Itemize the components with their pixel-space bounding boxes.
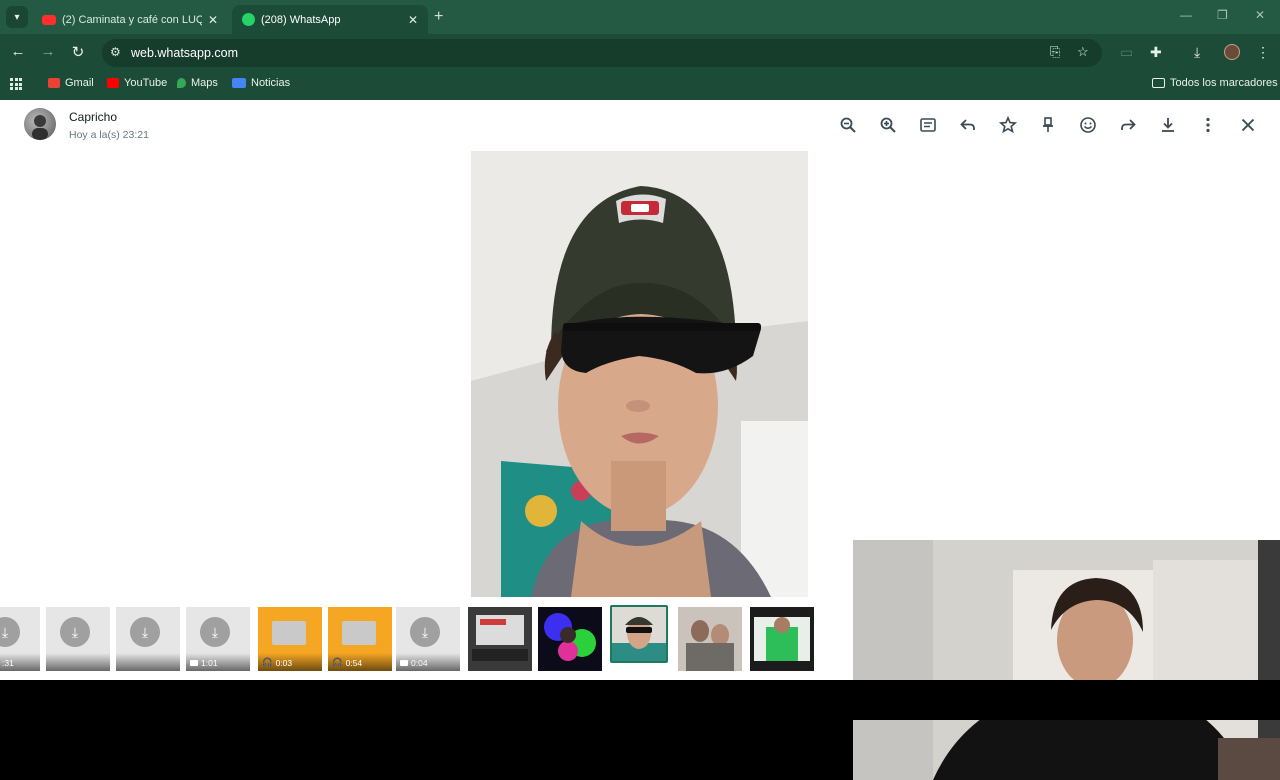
avatar[interactable]	[24, 108, 56, 140]
more-options-icon[interactable]	[1198, 115, 1218, 135]
close-tab-icon[interactable]: ✕	[408, 13, 418, 27]
bookmarks-bar: Gmail YouTube Maps Noticias Todos los ma…	[0, 72, 1280, 100]
back-icon[interactable]: ←	[8, 43, 28, 60]
headphones-icon: 🎧	[262, 657, 273, 667]
thumbnail-item[interactable]	[678, 607, 742, 671]
window-close-icon[interactable]: ✕	[1255, 8, 1265, 22]
duration-label: 🎧 0:54	[332, 657, 363, 668]
all-bookmarks[interactable]: Todos los marcadores	[1152, 77, 1278, 89]
thumbnail-item-active[interactable]	[610, 605, 668, 663]
folder-icon	[1152, 78, 1165, 88]
maximize-icon[interactable]: ❐	[1217, 8, 1228, 22]
install-app-icon[interactable]: ⎘	[1050, 44, 1060, 60]
tab-whatsapp[interactable]: (208) WhatsApp ✕	[232, 5, 428, 34]
download-media-icon[interactable]	[1158, 115, 1178, 135]
site-info-icon[interactable]: ⚙	[110, 45, 121, 59]
thumbnail-item[interactable]: 🎧 0:54	[328, 607, 392, 671]
zoom-in-icon[interactable]	[878, 115, 898, 135]
url-text: web.whatsapp.com	[131, 46, 239, 60]
thumbnail-item[interactable]	[750, 607, 814, 671]
thumbnail-item[interactable]	[468, 607, 532, 671]
tab-bar: ▾ (2) Caminata y café con LUQUIT ✕ (208)…	[0, 0, 1280, 34]
forward-message-icon[interactable]	[1118, 115, 1138, 135]
thumbnail-item[interactable]: 🎧 0:03	[258, 607, 322, 671]
thumbnail-item[interactable]: ⤓	[116, 607, 180, 671]
thumbnail-item[interactable]	[538, 607, 602, 671]
tab-youtube[interactable]: (2) Caminata y café con LUQUIT ✕	[32, 5, 228, 34]
message-timestamp: Hoy a la(s) 23:21	[69, 129, 149, 141]
close-tab-icon[interactable]: ✕	[208, 13, 218, 27]
browser-chrome: ▾ (2) Caminata y café con LUQUIT ✕ (208)…	[0, 0, 1280, 100]
bookmark-label: YouTube	[124, 77, 168, 89]
extensions-icon[interactable]: ✚	[1150, 44, 1162, 61]
cast-icon[interactable]: ▭	[1120, 44, 1133, 61]
tab-title: (2) Caminata y café con LUQUIT	[62, 13, 202, 26]
tab-title: (208) WhatsApp	[261, 13, 341, 26]
bookmark-star-icon[interactable]: ☆	[1077, 44, 1089, 60]
youtube-icon	[107, 78, 119, 88]
bookmark-label: Todos los marcadores	[1170, 77, 1278, 89]
bookmark-maps[interactable]: Maps	[177, 77, 218, 89]
new-tab-button[interactable]: +	[434, 8, 443, 26]
download-icon[interactable]: ⤓	[60, 617, 90, 647]
media-viewer: Capricho Hoy a la(s) 23:21 ⤓:31 ⤓ ⤓ ⤓ 1…	[0, 100, 1280, 780]
bookmark-youtube[interactable]: YouTube	[107, 77, 167, 89]
toolbar: ← → ↻ ⚙ web.whatsapp.com ⎘ ☆ ▭ ✚ ⤓ ⋮	[0, 34, 1280, 72]
minimize-icon[interactable]: —	[1180, 8, 1192, 22]
thumbnail-item[interactable]: ⤓ :31	[0, 607, 40, 671]
gmail-icon	[48, 78, 60, 88]
screen-bottom-bar	[0, 680, 1280, 720]
maps-icon	[177, 78, 186, 88]
zoom-out-icon[interactable]	[838, 115, 858, 135]
video-camera-icon	[400, 660, 408, 666]
star-icon[interactable]	[998, 115, 1018, 135]
menu-icon[interactable]: ⋮	[1256, 44, 1270, 61]
download-icon[interactable]: ⤓	[130, 617, 160, 647]
headphones-icon: 🎧	[332, 657, 343, 667]
bookmark-noticias[interactable]: Noticias	[232, 77, 290, 89]
bookmark-gmail[interactable]: Gmail	[48, 77, 94, 89]
image-placeholder-icon	[272, 621, 306, 645]
bookmark-label: Maps	[191, 77, 218, 89]
apps-icon[interactable]	[10, 78, 22, 90]
sender-name: Capricho	[69, 110, 118, 124]
duration-label: 🎧 0:03	[262, 657, 293, 668]
forward-icon[interactable]: →	[38, 43, 58, 60]
tab-search-button[interactable]: ▾	[6, 6, 28, 28]
download-icon[interactable]: ⤓	[200, 617, 230, 647]
news-icon	[232, 78, 246, 88]
bookmark-label: Gmail	[65, 77, 94, 89]
duration-label: 1:01	[190, 658, 218, 668]
profile-avatar[interactable]	[1224, 44, 1240, 60]
thumbnail-item[interactable]: ⤓	[46, 607, 110, 671]
download-icon[interactable]: ⤓	[0, 617, 20, 647]
close-viewer-icon[interactable]	[1238, 115, 1258, 135]
video-camera-icon	[190, 660, 198, 666]
caption-icon[interactable]	[918, 115, 938, 135]
duration-label: :31	[2, 658, 14, 668]
reload-icon[interactable]: ↻	[68, 43, 88, 61]
whatsapp-icon	[242, 13, 255, 26]
address-bar[interactable]: ⚙ web.whatsapp.com ⎘ ☆	[102, 39, 1102, 67]
bookmark-label: Noticias	[251, 77, 291, 89]
reply-icon[interactable]	[958, 115, 978, 135]
image-placeholder-icon	[342, 621, 376, 645]
media-image	[471, 151, 808, 597]
thumbnail-overlay	[116, 653, 180, 671]
thumbnail-overlay	[46, 653, 110, 671]
media-thumbnail-strip: ⤓ :31 ⤓ ⤓ ⤓ 1:01 🎧 0:03 🎧 0:54 ⤓ 0:04	[0, 605, 852, 675]
emoji-reaction-icon[interactable]	[1078, 115, 1098, 135]
download-icon[interactable]: ⤓	[1194, 44, 1200, 61]
thumbnail-item[interactable]: ⤓ 1:01	[186, 607, 250, 671]
duration-label: 0:04	[400, 658, 428, 668]
thumbnail-item[interactable]: ⤓ 0:04	[396, 607, 460, 671]
pin-icon[interactable]	[1038, 115, 1058, 135]
youtube-icon	[42, 14, 56, 25]
webcam-overlay	[853, 540, 1280, 780]
download-icon[interactable]: ⤓	[410, 617, 440, 647]
